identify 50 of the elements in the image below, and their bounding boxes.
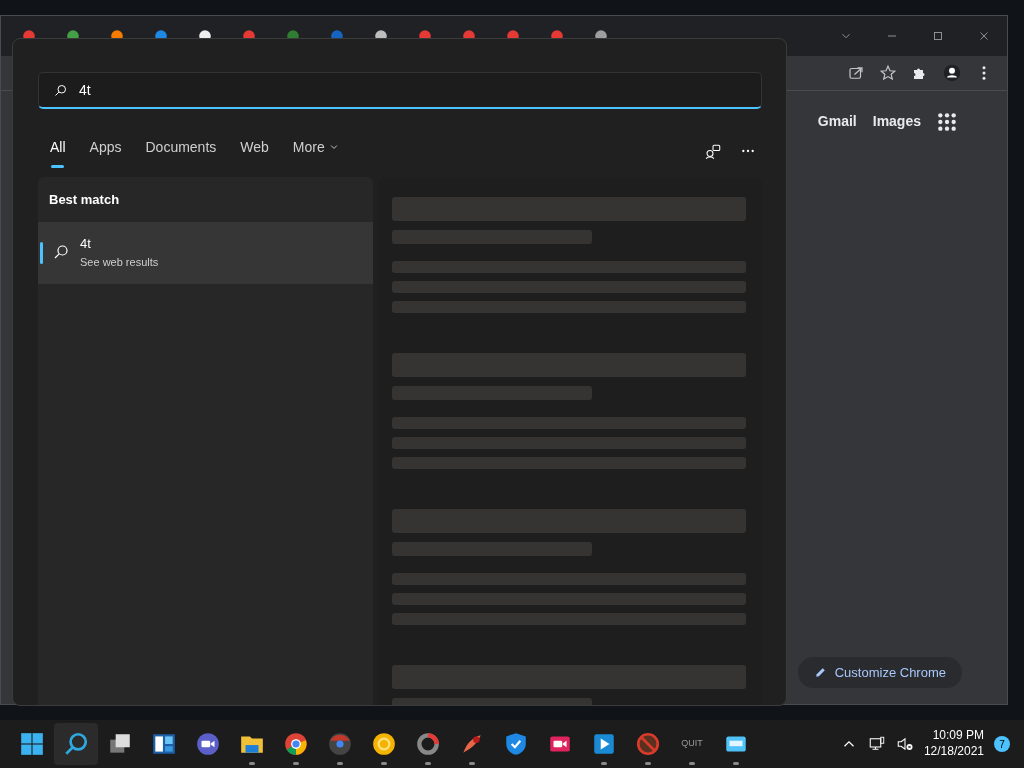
filter-tab[interactable]: Documents: [135, 136, 227, 168]
search-field[interactable]: 4t: [38, 72, 762, 109]
video-chat-icon: [195, 731, 221, 757]
filter-tab[interactable]: Apps: [79, 136, 132, 168]
taskbar-button[interactable]: QUIT: [670, 723, 714, 765]
browser-icon: [327, 731, 353, 757]
customize-button[interactable]: Customize Chrome: [797, 656, 962, 688]
play-icon: [591, 731, 617, 757]
maximize-icon[interactable]: [931, 29, 945, 43]
filter-tab[interactable]: All: [38, 136, 76, 168]
running-indicator: [337, 762, 343, 765]
blocked-icon: [635, 731, 661, 757]
apps-grid-icon[interactable]: [937, 111, 957, 132]
clock-time[interactable]: 10:09 PM: [923, 728, 984, 744]
running-indicator: [381, 762, 387, 765]
widgets-icon: [151, 731, 177, 757]
start-icon: [19, 731, 45, 757]
browser-icon: [371, 731, 397, 757]
running-indicator: [645, 762, 651, 765]
running-indicator: [249, 762, 255, 765]
search-icon: [63, 731, 89, 757]
pencil-icon: [813, 665, 827, 679]
shield-icon: [503, 731, 529, 757]
running-indicator: [733, 762, 739, 765]
app-label: QUIT: [681, 737, 703, 751]
feedback-icon[interactable]: [704, 143, 722, 161]
filter-tab[interactable]: Web: [230, 136, 279, 168]
result-subtitle: See web results: [80, 254, 159, 270]
running-indicator: [425, 762, 431, 765]
profile-icon[interactable]: [943, 64, 961, 82]
header-link[interactable]: Gmail: [817, 111, 857, 132]
share-icon[interactable]: [847, 64, 865, 82]
section-heading: Best match: [48, 191, 121, 209]
header-link[interactable]: Images: [872, 111, 921, 132]
filter-tab[interactable]: More: [282, 136, 349, 168]
notification-badge[interactable]: 7: [994, 736, 1010, 752]
ring-icon: [415, 731, 441, 757]
star-icon[interactable]: [879, 64, 897, 82]
result-title: 4t: [80, 235, 92, 253]
chrome-icon: [283, 731, 309, 757]
chevron-icon: [328, 142, 339, 152]
clock-date[interactable]: 12/18/2021: [923, 744, 984, 760]
search-icon: [52, 243, 70, 261]
speaker-muted-icon[interactable]: [895, 735, 914, 753]
result-item[interactable]: 4t See web results: [38, 221, 373, 284]
running-indicator: [689, 762, 695, 765]
network-icon[interactable]: [867, 735, 886, 753]
running-indicator: [601, 762, 607, 765]
running-indicator: [469, 762, 475, 765]
running-indicator: [293, 762, 299, 765]
